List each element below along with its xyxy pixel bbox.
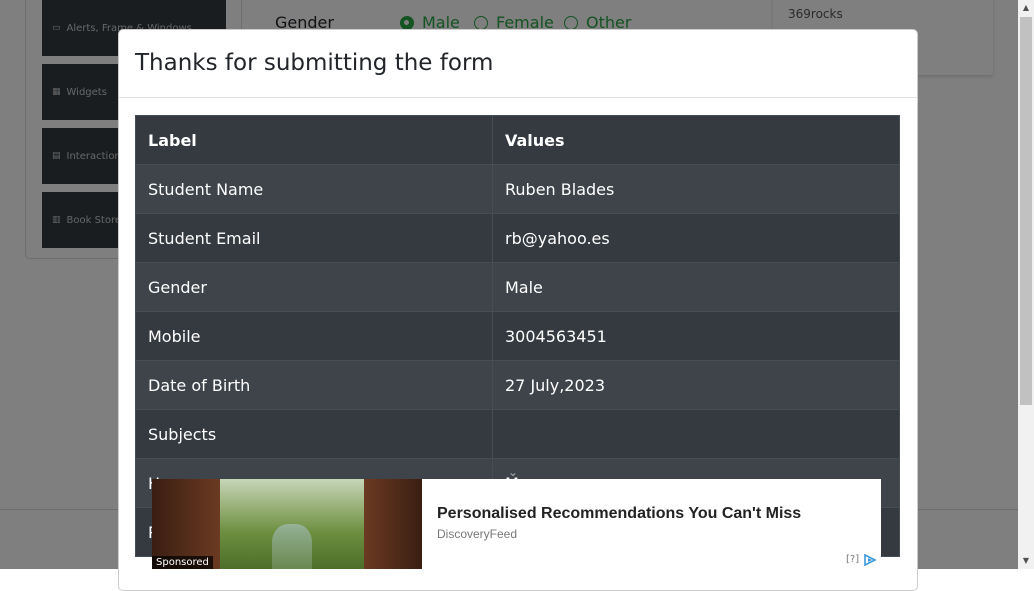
ad-help-link[interactable]: [?] [846, 554, 859, 565]
row-label: Gender [135, 262, 493, 312]
modal-header: Thanks for submitting the form [119, 30, 917, 98]
table-row: Mobile 3004563451 [135, 311, 900, 361]
table-row: Gender Male [135, 262, 900, 312]
ad-image[interactable]: Sponsored [152, 479, 422, 569]
row-label: Student Email [135, 213, 493, 263]
ad-source[interactable]: DiscoveryFeed [437, 527, 517, 541]
row-value [492, 409, 900, 459]
chevron-down-icon[interactable]: ⌄ [508, 465, 518, 479]
row-label: Subjects [135, 409, 493, 459]
ad-banner[interactable]: Sponsored Personalised Recommendations Y… [152, 479, 881, 569]
table-row: Student Email rb@yahoo.es [135, 213, 900, 263]
scroll-down-arrow-icon[interactable]: ▼ [1018, 553, 1034, 569]
header-values: Values [492, 115, 900, 165]
table-header-row: Label Values [135, 115, 900, 165]
ad-headline[interactable]: Personalised Recommendations You Can't M… [437, 505, 801, 523]
table-row: Student Name Ruben Blades [135, 164, 900, 214]
header-label: Label [135, 115, 493, 165]
row-label: Mobile [135, 311, 493, 361]
row-value: Male [492, 262, 900, 312]
row-value: Ruben Blades [492, 164, 900, 214]
scroll-thumb[interactable] [1020, 17, 1032, 405]
row-label: Date of Birth [135, 360, 493, 410]
ad-image-valley [272, 524, 312, 569]
modal-title: Thanks for submitting the form [135, 50, 494, 76]
page-scrollbar[interactable]: ▲ ▼ [1018, 0, 1034, 569]
table-row: Subjects [135, 409, 900, 459]
scroll-up-arrow-icon[interactable]: ▲ [1018, 0, 1034, 16]
row-label: Student Name [135, 164, 493, 214]
row-value: rb@yahoo.es [492, 213, 900, 263]
ad-image-door-right [364, 479, 422, 569]
row-value: 3004563451 [492, 311, 900, 361]
adchoices-icon[interactable] [863, 554, 877, 566]
row-value: 27 July,2023 [492, 360, 900, 410]
table-row: Date of Birth 27 July,2023 [135, 360, 900, 410]
ad-sponsored-label: Sponsored [152, 556, 213, 569]
